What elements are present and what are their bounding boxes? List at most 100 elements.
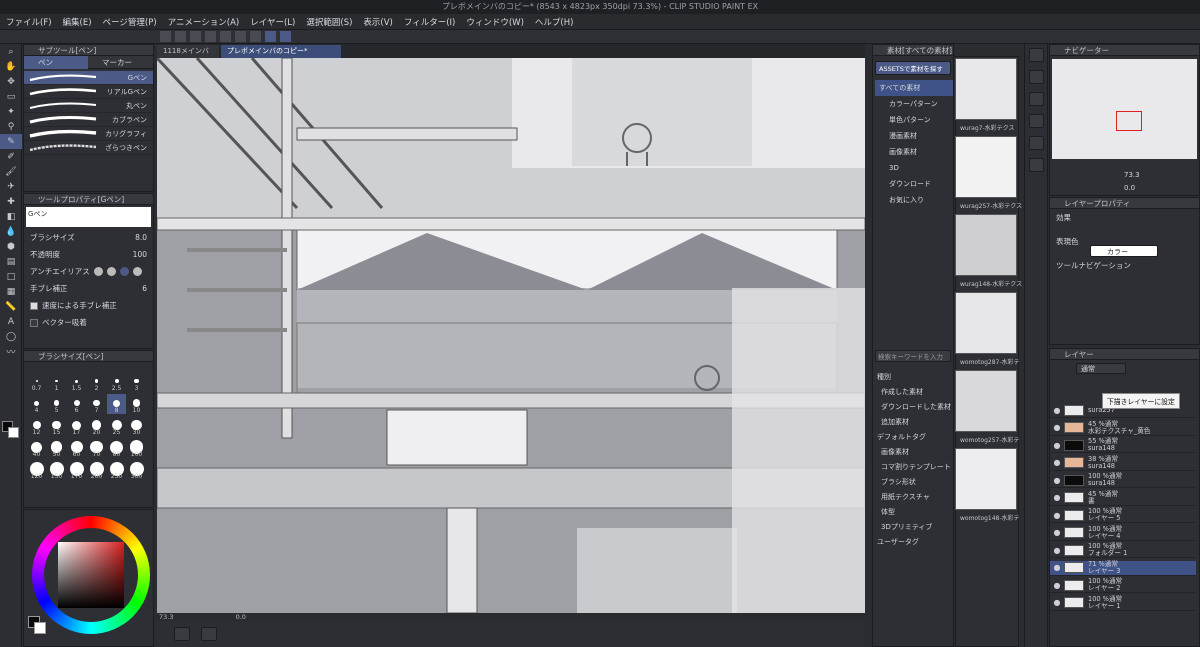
brush-size-cell[interactable]: 170 xyxy=(67,460,86,480)
menu-window[interactable]: ウィンドウ(W) xyxy=(466,16,524,28)
tree-item[interactable]: ダウンロード xyxy=(875,176,953,192)
layer-row[interactable]: ● 38 %通常 sura148 xyxy=(1050,455,1196,471)
brush-size-cell[interactable]: 60 xyxy=(67,438,86,458)
speed-checkbox[interactable] xyxy=(30,301,38,310)
brush-size-cell[interactable]: 0.7 xyxy=(27,372,46,392)
visibility-eye-icon[interactable]: ● xyxy=(1050,563,1064,572)
eyedropper-icon[interactable]: ⚲ xyxy=(0,119,22,134)
brush-size-cell[interactable]: 4 xyxy=(27,394,46,414)
wand-icon[interactable]: ✦ xyxy=(0,104,22,119)
move-icon[interactable]: ✥ xyxy=(0,74,22,89)
material-thumb[interactable] xyxy=(955,370,1017,432)
navigator-viewport-frame[interactable] xyxy=(1116,111,1142,131)
airbrush-icon[interactable]: ✈ xyxy=(0,179,22,194)
tag-item[interactable]: 用紙テクスチャ xyxy=(877,490,951,505)
ruler-icon[interactable]: 📏 xyxy=(0,299,22,314)
open-icon[interactable] xyxy=(175,31,186,42)
brush-size-cell[interactable]: 250 xyxy=(107,460,126,480)
layer-row[interactable]: ● 100 %通常 sura148 xyxy=(1050,473,1196,488)
brush-item[interactable]: 丸ペン xyxy=(24,99,153,113)
material-thumb[interactable] xyxy=(955,292,1017,354)
vector-checkbox[interactable] xyxy=(30,318,38,327)
select-icon[interactable]: ▭ xyxy=(0,89,22,104)
visibility-eye-icon[interactable]: ● xyxy=(1050,423,1064,432)
navigator-preview[interactable] xyxy=(1052,59,1197,159)
brush-size-cell[interactable]: 12 xyxy=(27,416,46,436)
pen-icon[interactable]: ✎ xyxy=(0,134,22,149)
tab-marker[interactable]: マーカー xyxy=(88,56,152,69)
layer-row[interactable]: ● 45 %通常書 xyxy=(1050,490,1196,506)
brush-size-cell[interactable]: 20 xyxy=(87,416,106,436)
fit-screen-icon[interactable] xyxy=(174,627,190,641)
brush-size-cell[interactable]: 1.5 xyxy=(67,372,86,392)
brush-size-cell[interactable]: 50 xyxy=(47,438,66,458)
new-icon[interactable] xyxy=(160,31,171,42)
visibility-eye-icon[interactable]: ● xyxy=(1050,511,1064,520)
visibility-eye-icon[interactable]: ● xyxy=(1050,528,1064,537)
material-thumb[interactable] xyxy=(955,136,1017,198)
size-value[interactable]: 8.0 xyxy=(135,233,147,242)
transform-icon[interactable] xyxy=(250,31,261,42)
tag-item[interactable]: ブラシ形状 xyxy=(877,475,951,490)
material-search-input[interactable]: 検索キーワードを入力 xyxy=(875,350,951,362)
info-icon[interactable] xyxy=(1029,92,1044,106)
snap-grid-icon[interactable] xyxy=(280,31,291,42)
tab-document[interactable]: 1118メインバー xyxy=(157,45,219,68)
color-square[interactable] xyxy=(58,542,124,608)
brush-size-cell[interactable]: 30 xyxy=(127,416,146,436)
brush-size-cell[interactable]: 70 xyxy=(87,438,106,458)
brush-size-cell[interactable]: 40 xyxy=(27,438,46,458)
visibility-eye-icon[interactable]: ● xyxy=(1050,598,1064,607)
brush-size-cell[interactable]: 5 xyxy=(47,394,66,414)
layer-row[interactable]: ● 71 %通常 レイヤー 3 xyxy=(1050,560,1196,576)
tree-item[interactable]: お気に入り xyxy=(875,192,953,208)
visibility-eye-icon[interactable]: ● xyxy=(1050,581,1064,590)
tag-item[interactable]: 作成した素材 xyxy=(877,385,951,400)
brush-size-cell[interactable]: 2.5 xyxy=(107,372,126,392)
blend-icon[interactable]: 💧 xyxy=(0,224,22,239)
color-mode-select[interactable]: カラー xyxy=(1090,245,1158,257)
brush-size-cell[interactable]: 2 xyxy=(87,372,106,392)
fill-icon[interactable]: ⬢ xyxy=(0,239,22,254)
tag-item[interactable]: コマ割りテンプレート xyxy=(877,460,951,475)
navigator-icon[interactable] xyxy=(1029,48,1044,62)
antialias-option-icon[interactable] xyxy=(106,267,116,276)
save-icon[interactable] xyxy=(190,31,201,42)
eraser-icon[interactable]: ◧ xyxy=(0,209,22,224)
brush-size-cell[interactable]: 15 xyxy=(47,416,66,436)
redo-icon[interactable] xyxy=(220,31,231,42)
tag-item[interactable]: 追加素材 xyxy=(877,415,951,430)
hand-icon[interactable]: ✋ xyxy=(0,59,22,74)
brush-size-cell[interactable]: 200 xyxy=(87,460,106,480)
layer-row[interactable]: ● 100 %通常 レイヤー 2 xyxy=(1050,578,1196,593)
layer-row[interactable]: ● 100 %通常 フォルダー 1 xyxy=(1050,543,1196,558)
brush-size-cell[interactable]: 120 xyxy=(27,460,46,480)
brush-size-cell[interactable]: 3 xyxy=(127,372,146,392)
snap-ruler-icon[interactable] xyxy=(265,31,276,42)
balloon-icon[interactable]: ◯ xyxy=(0,329,22,344)
correct-line-icon[interactable]: 〰 xyxy=(0,344,22,359)
material-thumb[interactable] xyxy=(955,448,1017,510)
brush-size-cell[interactable]: 17 xyxy=(67,416,86,436)
stabilization-value[interactable]: 6 xyxy=(142,284,147,293)
brush-item[interactable]: Gペン xyxy=(24,71,153,85)
brush-size-cell[interactable]: 25 xyxy=(107,416,126,436)
menu-filter[interactable]: フィルター(I) xyxy=(404,16,455,28)
tab-pen[interactable]: ペン xyxy=(24,55,88,69)
menu-help[interactable]: ヘルプ(H) xyxy=(535,16,574,28)
rotate-icon[interactable] xyxy=(201,627,217,641)
brush-size-cell[interactable]: 1 xyxy=(47,372,66,392)
brush-size-cell[interactable]: 150 xyxy=(47,460,66,480)
clear-icon[interactable] xyxy=(235,31,246,42)
tag-item[interactable]: 画像素材 xyxy=(877,445,951,460)
magnifier-icon[interactable]: ⌕ xyxy=(0,44,22,59)
navigator-zoom[interactable]: 73.3 xyxy=(1124,171,1140,179)
brush-size-cell[interactable]: 300 xyxy=(127,460,146,480)
tree-item[interactable]: 3D xyxy=(875,160,953,176)
antialias-option-icon[interactable] xyxy=(119,267,129,276)
layer-row[interactable]: ● 100 %通常 レイヤー 1 xyxy=(1050,595,1196,611)
decoration-icon[interactable]: ✚ xyxy=(0,194,22,209)
brush-size-cell[interactable]: 7 xyxy=(87,394,106,414)
brush-size-cell[interactable]: 10 xyxy=(127,394,146,414)
frame-icon[interactable]: ▦ xyxy=(0,284,22,299)
